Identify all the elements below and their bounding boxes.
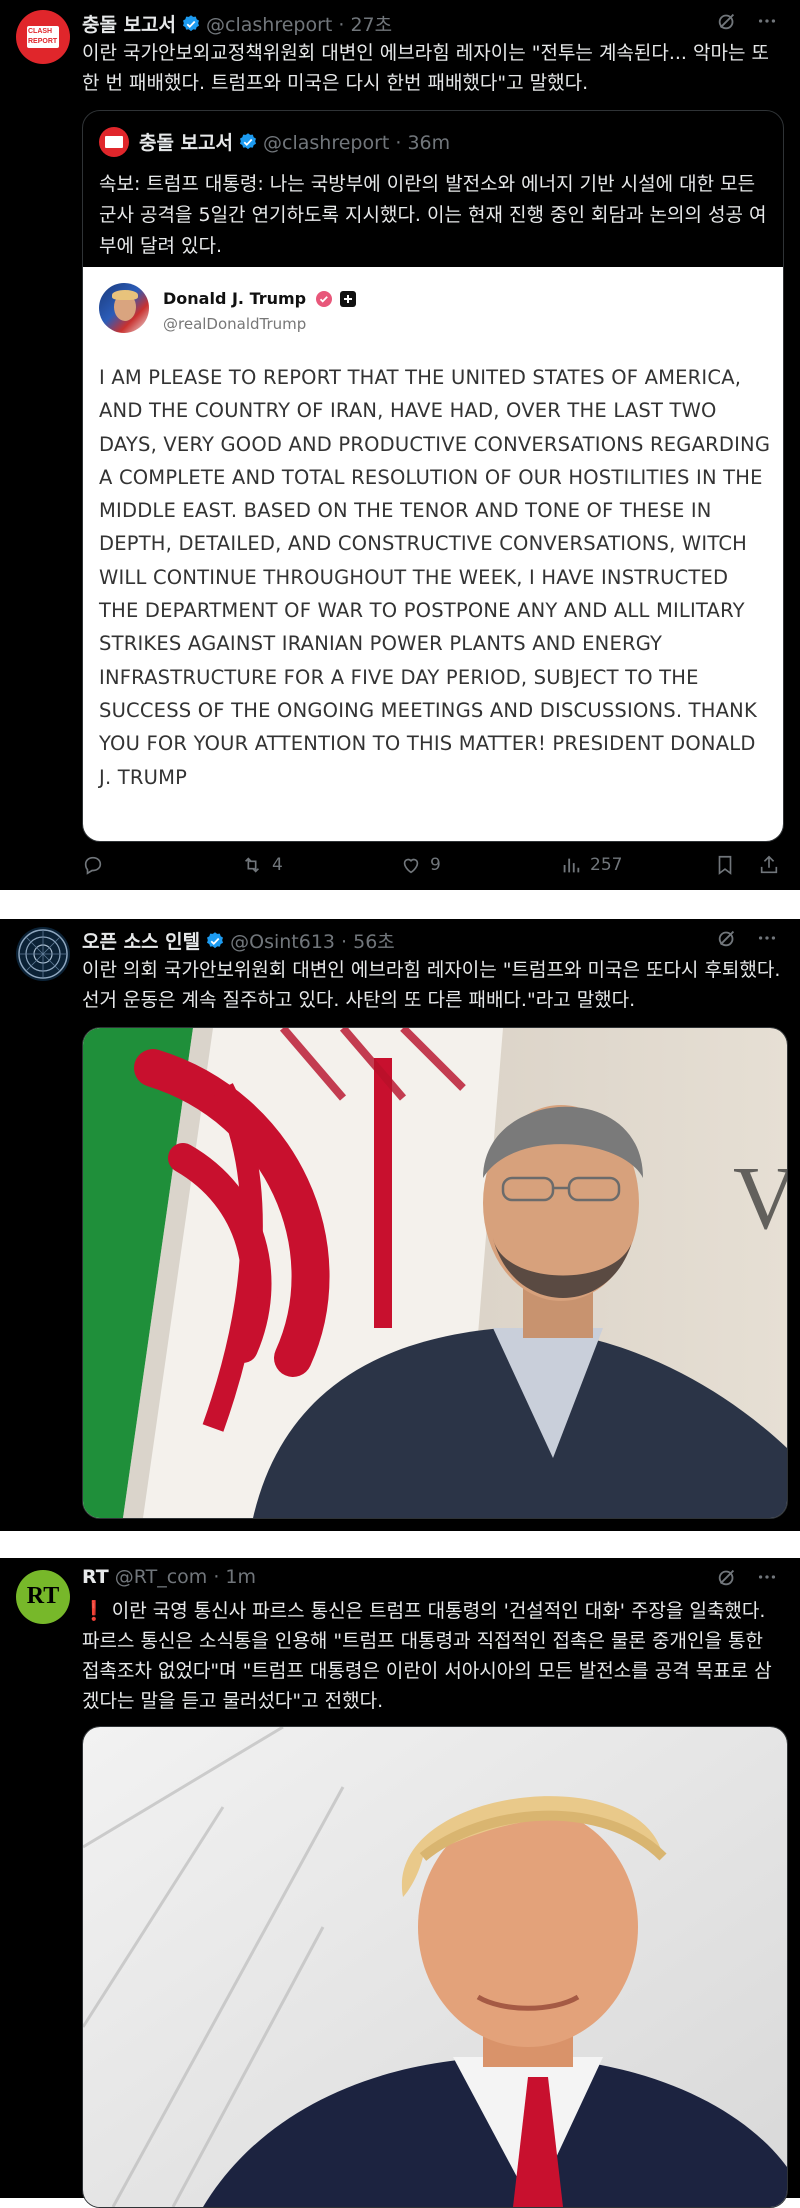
avatar-osint613[interactable] [16, 927, 70, 981]
post-image-trump[interactable] [82, 1726, 788, 2208]
bookmark-icon [714, 854, 736, 876]
views-count: 257 [590, 855, 623, 875]
post-osint613[interactable]: 오픈 소스 인텔 @Osint613 · 56초 이란 의회 국가안보위원회 대변… [0, 919, 800, 1531]
post-text: 이란 국가안보외교정책위원회 대변인 에브라힘 레자이는 "전투는 계속된다..… [82, 42, 769, 94]
post-text: 이란 의회 국가안보위원회 대변인 에브라힘 레자이는 "트럼프와 미국은 또다… [82, 959, 781, 1011]
truth-verified-icon [315, 291, 332, 307]
avatar-logo-text: CLASH REPORT [28, 28, 58, 45]
quote-handle-time: @clashreport · 36m [263, 132, 451, 154]
grok-icon[interactable] [716, 1566, 738, 1588]
svg-text:V: V [733, 1149, 787, 1248]
like-button[interactable]: 9 [400, 854, 441, 876]
views-button[interactable]: 257 [560, 854, 622, 876]
avatar-logo-text: RT [26, 1583, 60, 1609]
post-text: ❗ 이란 국영 통신사 파르스 통신은 트럼프 대통령의 '건설적인 대화' 주… [82, 1600, 772, 1712]
repost-icon [240, 854, 264, 876]
avatar-clashreport[interactable]: CLASH REPORT [16, 10, 70, 64]
quote-header: 충돌 보고서 @clashreport · 36m [139, 128, 450, 155]
truth-handle: @realDonaldTrump [163, 315, 307, 333]
verified-badge-icon [238, 132, 258, 152]
views-icon [560, 854, 582, 876]
post-image-spokesman[interactable]: V [82, 1027, 788, 1519]
truth-author-name: Donald J. Trump [163, 289, 357, 308]
more-icon[interactable] [756, 927, 778, 949]
reply-icon [82, 854, 104, 876]
quote-text: 속보: 트럼프 대통령: 나는 국방부에 이란의 발전소와 에너지 기반 시설에… [99, 173, 767, 257]
handle-time[interactable]: @RT_com · 1m [115, 1566, 256, 1588]
trump-avatar [99, 283, 149, 333]
repost-button[interactable]: 4 [240, 854, 283, 876]
handle-time[interactable]: @clashreport · 27초 [206, 14, 392, 36]
like-count: 9 [430, 855, 441, 875]
quoted-post[interactable]: 충돌 보고서 @clashreport · 36m 속보: 트럼프 대통령: 나는… [82, 110, 784, 842]
truth-plus-icon [340, 291, 357, 307]
repost-count: 4 [272, 855, 283, 875]
verified-badge-icon [181, 14, 201, 34]
avatar-rt[interactable]: RT [16, 1570, 70, 1624]
grok-icon[interactable] [716, 10, 738, 32]
more-icon[interactable] [756, 10, 778, 32]
quote-avatar [99, 127, 129, 157]
share-button[interactable] [758, 854, 780, 876]
truth-social-screenshot[interactable]: Donald J. Trump @realDonaldTrump I AM PL… [83, 267, 783, 841]
reply-button[interactable] [82, 854, 104, 876]
quote-author-name: 충돌 보고서 [139, 132, 234, 154]
author-name[interactable]: 충돌 보고서 [82, 14, 176, 36]
verified-badge-icon [205, 931, 225, 951]
more-icon[interactable] [756, 1566, 778, 1588]
handle-time[interactable]: @Osint613 · 56초 [230, 931, 395, 953]
author-name[interactable]: 오픈 소스 인텔 [82, 931, 200, 953]
post-actions: 4 9 257 [82, 854, 782, 884]
like-icon [400, 854, 422, 876]
exclamation-icon: ❗ [82, 1600, 106, 1622]
bookmark-button[interactable] [714, 854, 736, 876]
share-icon [758, 854, 780, 876]
author-name[interactable]: RT [82, 1566, 109, 1588]
truth-post-text: I AM PLEASE TO REPORT THAT THE UNITED ST… [99, 366, 771, 789]
post-header: 충돌 보고서 @clashreport · 27초 [82, 10, 392, 37]
post-header: RT @RT_com · 1m [82, 1566, 256, 1588]
post-header: 오픈 소스 인텔 @Osint613 · 56초 [82, 927, 395, 954]
grok-icon[interactable] [716, 927, 738, 949]
post-rt[interactable]: RT RT @RT_com · 1m ❗ 이란 국영 통신사 파르스 통신은 트… [0, 1558, 800, 2208]
post-clashreport[interactable]: CLASH REPORT 충돌 보고서 @clashreport · 27초 이란… [0, 0, 800, 890]
